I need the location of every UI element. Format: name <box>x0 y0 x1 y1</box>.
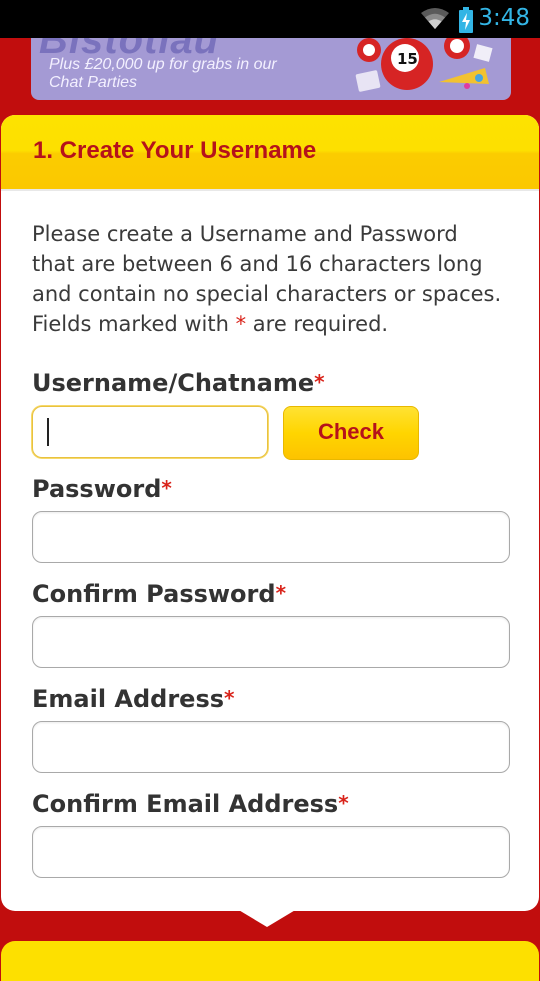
instructions-tail: are required. <box>246 312 389 336</box>
required-asterisk: * <box>314 370 325 394</box>
password-input[interactable] <box>32 511 510 563</box>
section-header[interactable]: 1. Create Your Username <box>1 115 539 191</box>
next-section-header[interactable] <box>1 941 539 981</box>
required-asterisk: * <box>235 312 247 336</box>
bingo-balls-icon: 15 <box>355 38 493 92</box>
confirm-email-label-text: Confirm Email Address <box>32 790 339 818</box>
battery-charging-icon <box>459 7 473 33</box>
confirm-password-label: Confirm Password* <box>32 580 286 608</box>
username-label-text: Username/Chatname <box>32 369 315 397</box>
instructions-text: Please create a Username and Password th… <box>32 219 507 339</box>
password-label: Password* <box>32 475 172 503</box>
registration-card: 1. Create Your Username Please create a … <box>1 115 539 927</box>
email-label: Email Address* <box>32 685 235 713</box>
username-label: Username/Chatname* <box>32 369 325 397</box>
wifi-icon <box>421 8 449 29</box>
confirm-email-input[interactable] <box>32 826 510 878</box>
promo-banner[interactable]: Bistotlau Plus £20,000 up for grabs in o… <box>31 38 511 100</box>
username-input[interactable] <box>32 406 268 458</box>
check-username-button[interactable]: Check <box>283 406 419 460</box>
bingo-ball-number: 15 <box>397 50 418 68</box>
required-asterisk: * <box>161 476 172 500</box>
card-pointer <box>237 909 297 927</box>
password-label-text: Password <box>32 475 162 503</box>
text-caret <box>47 418 49 446</box>
status-bar: 3:48 <box>0 0 540 38</box>
clock: 3:48 <box>478 5 530 31</box>
email-label-text: Email Address <box>32 685 225 713</box>
required-asterisk: * <box>275 581 287 605</box>
confirm-password-input[interactable] <box>32 616 510 668</box>
email-input[interactable] <box>32 721 510 773</box>
confirm-email-label: Confirm Email Address* <box>32 790 349 818</box>
section-title: 1. Create Your Username <box>33 137 317 164</box>
required-asterisk: * <box>338 791 349 815</box>
required-asterisk: * <box>224 686 235 710</box>
promo-tagline: Plus £20,000 up for grabs in our Chat Pa… <box>49 56 277 91</box>
confirm-password-label-text: Confirm Password <box>32 580 276 608</box>
